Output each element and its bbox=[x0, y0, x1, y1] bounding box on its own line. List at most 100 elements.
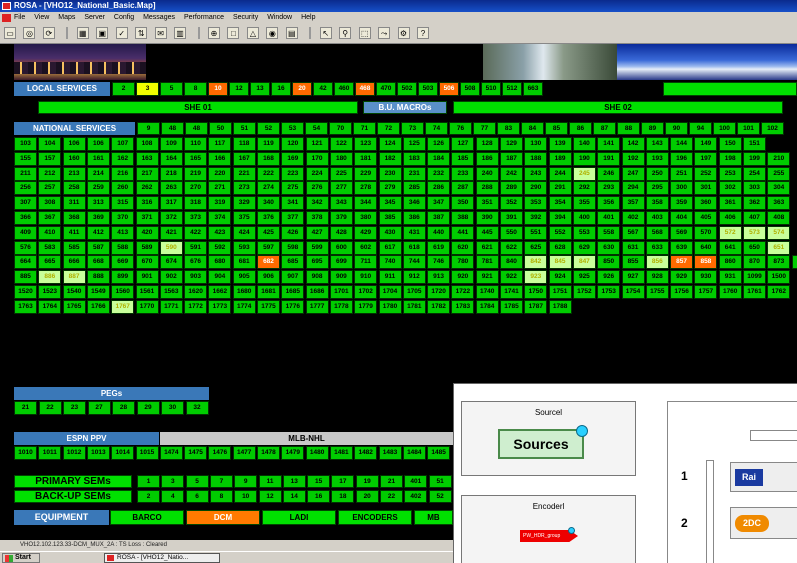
channel-cell[interactable]: 220 bbox=[208, 166, 232, 181]
channel-cell[interactable]: 1740 bbox=[475, 285, 499, 299]
espn-cell[interactable]: 1014 bbox=[111, 446, 135, 460]
magnify-icon[interactable]: ⚲ bbox=[339, 27, 352, 39]
channel-cell[interactable]: 400 bbox=[572, 211, 596, 225]
national-header-cell[interactable]: 50 bbox=[209, 122, 232, 135]
menu-performance[interactable]: Performance bbox=[184, 12, 224, 24]
channel-cell[interactable]: 587 bbox=[86, 240, 110, 255]
channel-cell[interactable]: 674 bbox=[159, 255, 183, 270]
channel-cell[interactable]: 252 bbox=[694, 166, 718, 181]
channel-cell[interactable]: 425 bbox=[257, 225, 280, 240]
channel-cell[interactable]: 840 bbox=[500, 255, 523, 270]
channel-cell[interactable]: 422 bbox=[184, 225, 208, 240]
channel-cell[interactable]: 254 bbox=[743, 166, 766, 181]
channel-cell[interactable]: 144 bbox=[670, 137, 694, 151]
channel-cell[interactable]: 912 bbox=[402, 270, 426, 285]
channel-cell[interactable]: 676 bbox=[184, 255, 208, 270]
channel-cell[interactable]: 106 bbox=[62, 137, 86, 151]
channel-cell[interactable]: 183 bbox=[402, 151, 426, 166]
refresh-icon[interactable]: ⟳ bbox=[42, 27, 55, 39]
channel-cell[interactable]: 390 bbox=[475, 211, 499, 225]
espn-cell[interactable]: 1476 bbox=[208, 446, 232, 460]
channel-cell[interactable]: 925 bbox=[572, 270, 596, 285]
channel-cell[interactable]: 344 bbox=[354, 196, 378, 211]
channel-cell[interactable]: 354 bbox=[548, 196, 572, 211]
channel-cell[interactable]: 423 bbox=[208, 225, 232, 240]
channel-cell[interactable]: 598 bbox=[281, 240, 305, 255]
channel-cell[interactable]: 184 bbox=[427, 151, 451, 166]
national-header-cell[interactable]: 72 bbox=[377, 122, 400, 135]
peg-cell[interactable]: 32 bbox=[185, 401, 209, 415]
channel-cell[interactable]: 588 bbox=[111, 240, 135, 255]
channel-cell[interactable]: 118 bbox=[232, 137, 256, 151]
channel-cell[interactable]: 886 bbox=[38, 270, 62, 285]
channel-cell[interactable]: 360 bbox=[694, 196, 718, 211]
channel-cell[interactable]: 1781 bbox=[402, 299, 426, 314]
channel-cell[interactable]: 406 bbox=[718, 211, 742, 225]
channel-cell[interactable]: 274 bbox=[257, 181, 280, 196]
channel-cell[interactable]: 558 bbox=[597, 225, 621, 240]
channel-cell[interactable]: 921 bbox=[475, 270, 499, 285]
channel-cell[interactable]: 408 bbox=[767, 211, 791, 225]
channel-cell[interactable]: 346 bbox=[402, 196, 426, 211]
channel-cell[interactable]: 253 bbox=[718, 166, 742, 181]
channel-cell[interactable]: 104 bbox=[38, 137, 62, 151]
channel-cell[interactable]: 887 bbox=[62, 270, 86, 285]
channel-cell[interactable]: 373 bbox=[184, 211, 208, 225]
menu-window[interactable]: Window bbox=[267, 12, 292, 24]
help-icon[interactable]: ? bbox=[416, 27, 429, 39]
channel-cell[interactable]: 150 bbox=[718, 137, 742, 151]
peg-cell[interactable]: 22 bbox=[38, 401, 62, 415]
menu-config[interactable]: Config bbox=[114, 12, 134, 24]
channel-cell[interactable]: 391 bbox=[500, 211, 523, 225]
backup-sem-cell[interactable]: 14 bbox=[282, 490, 306, 503]
backup-sem-cell[interactable]: 18 bbox=[331, 490, 355, 503]
channel-cell[interactable]: 119 bbox=[257, 137, 280, 151]
channel-cell[interactable]: 242 bbox=[500, 166, 523, 181]
channel-cell[interactable]: 845 bbox=[548, 255, 572, 270]
channel-cell[interactable]: 359 bbox=[670, 196, 694, 211]
local-service-cell[interactable]: 512 bbox=[502, 82, 522, 96]
channel-cell[interactable]: 1787 bbox=[524, 299, 548, 314]
channel-cell[interactable]: 429 bbox=[354, 225, 378, 240]
national-header-cell[interactable]: 71 bbox=[353, 122, 376, 135]
channel-cell[interactable]: 589 bbox=[135, 240, 159, 255]
pointer-icon[interactable]: ↖ bbox=[319, 27, 332, 39]
channel-cell[interactable]: 315 bbox=[111, 196, 135, 211]
channel-cell[interactable]: 585 bbox=[62, 240, 86, 255]
espn-cell[interactable]: 1485 bbox=[427, 446, 451, 460]
channel-cell[interactable]: 1561 bbox=[135, 285, 159, 299]
backup-sem-cell[interactable]: 12 bbox=[258, 490, 282, 503]
channel-cell[interactable]: 193 bbox=[645, 151, 669, 166]
channel-cell[interactable]: 929 bbox=[670, 270, 694, 285]
channel-cell[interactable]: 576 bbox=[14, 240, 37, 255]
local-service-cell[interactable]: 8 bbox=[184, 82, 207, 96]
menu-view[interactable]: View bbox=[34, 12, 49, 24]
channel-cell[interactable]: 441 bbox=[451, 225, 475, 240]
channel-cell[interactable]: 424 bbox=[232, 225, 256, 240]
channel-cell[interactable]: 368 bbox=[62, 211, 86, 225]
channel-cell[interactable]: 271 bbox=[208, 181, 232, 196]
channel-cell[interactable]: 630 bbox=[597, 240, 621, 255]
channel-cell[interactable]: 142 bbox=[621, 137, 645, 151]
channel-cell[interactable]: 301 bbox=[694, 181, 718, 196]
channel-cell[interactable]: 230 bbox=[378, 166, 402, 181]
channel-cell[interactable]: 392 bbox=[524, 211, 548, 225]
channel-cell[interactable]: 233 bbox=[451, 166, 475, 181]
channel-cell[interactable]: 885 bbox=[14, 270, 37, 285]
channel-cell[interactable]: 372 bbox=[159, 211, 183, 225]
national-header-cell[interactable]: 53 bbox=[281, 122, 304, 135]
channel-cell[interactable]: 618 bbox=[402, 240, 426, 255]
channel-cell[interactable]: 1705 bbox=[402, 285, 426, 299]
channel-cell[interactable]: 907 bbox=[281, 270, 305, 285]
channel-cell[interactable]: 342 bbox=[305, 196, 329, 211]
channel-cell[interactable]: 103 bbox=[14, 137, 37, 151]
channel-cell[interactable]: 629 bbox=[572, 240, 596, 255]
local-service-cell[interactable]: 506 bbox=[439, 82, 459, 96]
channel-cell[interactable]: 431 bbox=[402, 225, 426, 240]
national-header-cell[interactable]: 48 bbox=[185, 122, 208, 135]
channel-cell[interactable]: 311 bbox=[62, 196, 86, 211]
channel-cell[interactable]: 599 bbox=[305, 240, 329, 255]
channel-cell[interactable]: 109 bbox=[159, 137, 183, 151]
channel-cell[interactable]: 244 bbox=[548, 166, 572, 181]
channel-cell[interactable]: 257 bbox=[38, 181, 62, 196]
